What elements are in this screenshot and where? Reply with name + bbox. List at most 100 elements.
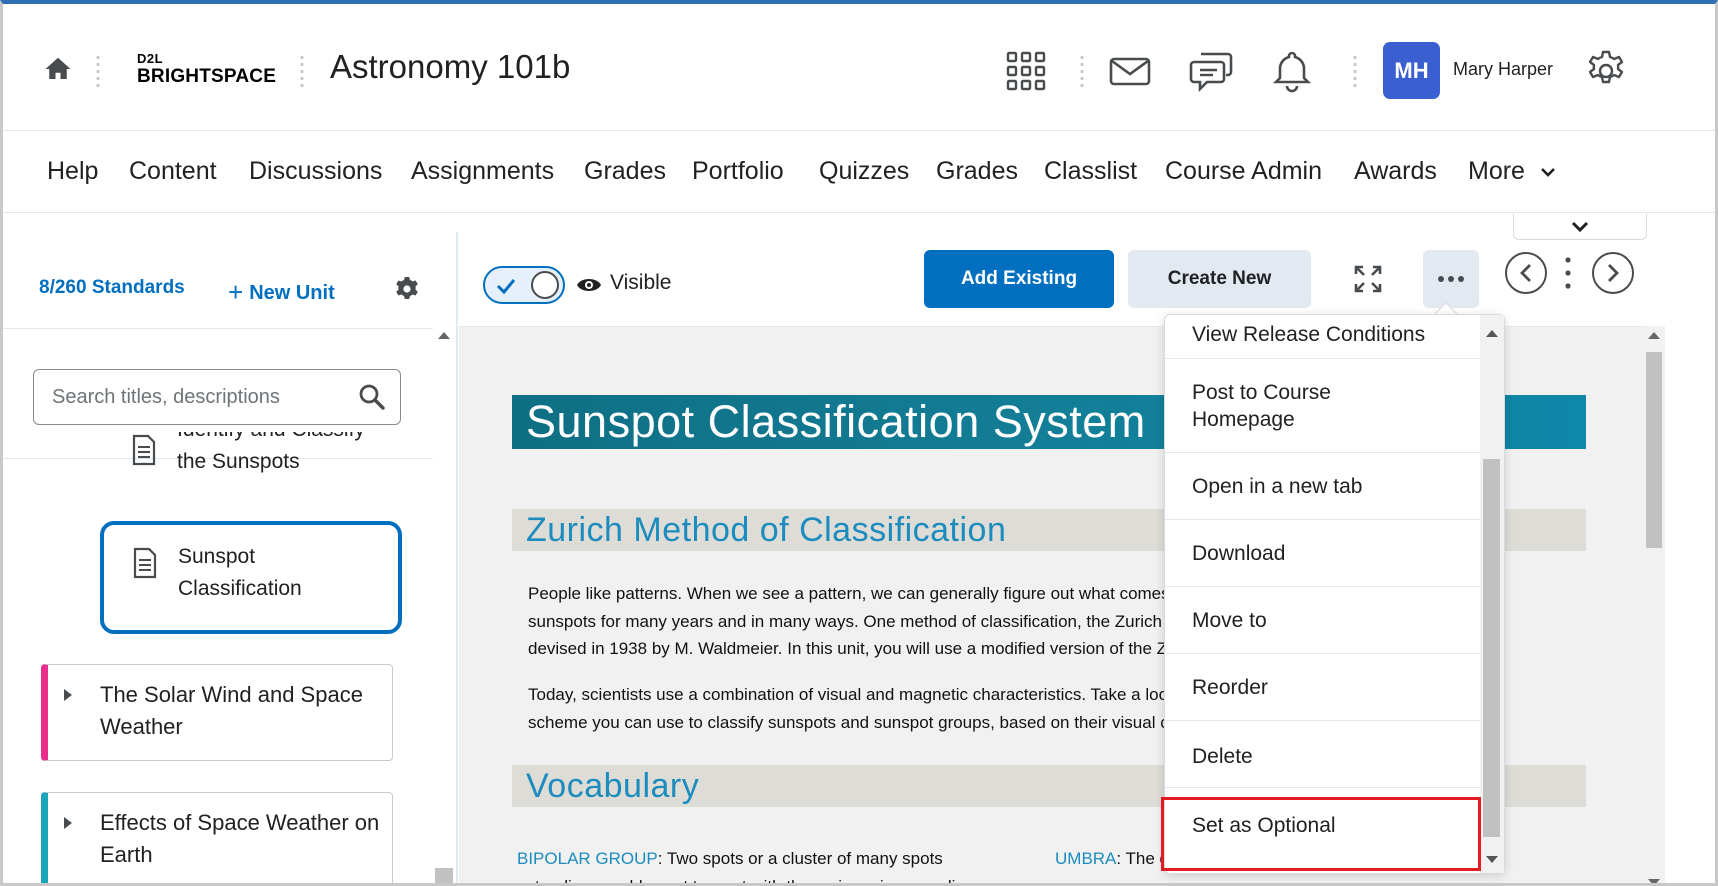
scroll-thumb[interactable] xyxy=(435,868,453,883)
vocab-line: extending roughly east to west with the … xyxy=(517,876,989,886)
vocab-line: BIPOLAR GROUP: Two spots or a cluster of… xyxy=(517,845,1017,873)
unit-card-solar-wind[interactable]: The Solar Wind and Space Weather xyxy=(41,664,393,761)
vocab-term: UMBRA xyxy=(1055,849,1117,868)
nav-item-content[interactable]: Content xyxy=(129,157,217,186)
collapse-header-tab[interactable] xyxy=(1513,214,1647,240)
user-name[interactable]: Mary Harper xyxy=(1453,59,1553,80)
visibility-label: Visible xyxy=(610,271,672,294)
menu-item-move-to[interactable]: Move to xyxy=(1165,587,1481,654)
gear-icon[interactable] xyxy=(1583,48,1629,94)
section-heading: Vocabulary xyxy=(526,767,700,805)
nav-item-quizzes[interactable]: Quizzes xyxy=(819,157,909,186)
scroll-up-arrow-icon[interactable] xyxy=(438,332,450,339)
chevron-down-icon xyxy=(1571,221,1589,232)
sidebar-divider xyxy=(3,328,433,329)
nav-item-more[interactable]: More xyxy=(1468,157,1556,186)
vocab-term: BIPOLAR GROUP xyxy=(517,849,658,868)
app-window: D2L BRIGHTSPACE Astronomy 101b MH Mary H… xyxy=(0,0,1718,886)
home-icon[interactable] xyxy=(43,54,73,84)
header-separator xyxy=(1353,54,1357,88)
vocab-entry: BIPOLAR GROUP: Two spots or a cluster of… xyxy=(517,845,1017,886)
checkmark-icon xyxy=(496,279,516,295)
more-options-menu: View Release Conditions Post to Course H… xyxy=(1164,314,1505,874)
unit-sidebar: 8/260 Standards + New Unit Search titles… xyxy=(3,214,459,883)
scroll-down-arrow-icon[interactable] xyxy=(1486,856,1498,863)
content-scrollbar[interactable] xyxy=(1643,326,1665,883)
search-field[interactable] xyxy=(33,369,401,425)
sidebar-scrollbar[interactable] xyxy=(433,328,455,883)
nav-item-portfolio[interactable]: Portfolio xyxy=(692,157,784,186)
chat-bubbles-icon[interactable] xyxy=(1189,48,1235,94)
nav-item-awards[interactable]: Awards xyxy=(1354,157,1437,186)
course-nav-bar: Help Content Discussions Assignments Gra… xyxy=(3,131,1715,213)
nav-item-assignments[interactable]: Assignments xyxy=(411,157,554,186)
toggle-knob xyxy=(531,271,559,299)
menu-item-post-to-homepage[interactable]: Post to Course Homepage xyxy=(1165,359,1481,453)
scroll-thumb[interactable] xyxy=(1483,459,1500,837)
nav-more-label: More xyxy=(1468,157,1525,185)
section-heading: Zurich Method of Classification xyxy=(526,511,1007,549)
header-separator xyxy=(96,54,100,88)
nav-item-classlist[interactable]: Classlist xyxy=(1044,157,1137,186)
fullscreen-icon[interactable] xyxy=(1353,264,1383,294)
unit-title-line: Effects of Space Weather on xyxy=(100,810,380,835)
menu-item-download[interactable]: Download xyxy=(1165,520,1481,587)
topic-line: the Sunspots xyxy=(177,450,300,473)
document-icon xyxy=(133,547,157,579)
topic-line: Identify and Classify xyxy=(177,432,365,446)
nav-item-help[interactable]: Help xyxy=(47,157,98,186)
highlight-outline xyxy=(1161,797,1481,871)
standards-link[interactable]: 8/260 Standards xyxy=(39,277,185,299)
nav-item-course-admin[interactable]: Course Admin xyxy=(1165,157,1322,186)
menu-item-open-new-tab[interactable]: Open in a new tab xyxy=(1165,453,1481,520)
menu-item-delete[interactable]: Delete xyxy=(1165,721,1481,788)
unit-card-space-weather-effects[interactable]: Effects of Space Weather on Earth xyxy=(41,792,393,883)
avatar[interactable]: MH xyxy=(1383,42,1440,99)
eye-icon xyxy=(577,279,601,291)
expand-caret-icon[interactable] xyxy=(64,817,72,829)
search-input[interactable] xyxy=(52,382,342,412)
panel-divider[interactable] xyxy=(456,232,458,883)
next-topic-button[interactable] xyxy=(1592,252,1634,294)
chevron-right-icon xyxy=(1608,264,1619,282)
bell-icon[interactable] xyxy=(1269,48,1315,94)
topic-item-sunspot-classification[interactable]: Sunspot Classification xyxy=(100,521,402,634)
menu-item-reorder[interactable]: Reorder xyxy=(1165,654,1481,721)
more-options-button[interactable] xyxy=(1423,250,1479,308)
topic-item-identify-sunspots[interactable]: Identify and Classify the Sunspots xyxy=(131,432,421,512)
menu-item-view-release-conditions[interactable]: View Release Conditions xyxy=(1165,315,1481,359)
topic-line: Sunspot xyxy=(178,545,256,568)
create-new-button[interactable]: Create New xyxy=(1128,250,1311,308)
unit-title-line: Weather xyxy=(100,714,183,739)
new-unit-label: New Unit xyxy=(249,282,335,304)
vertical-ellipsis-icon[interactable] xyxy=(1565,256,1571,290)
scroll-down-arrow-icon[interactable] xyxy=(1648,879,1660,883)
document-icon xyxy=(132,434,156,466)
top-header: D2L BRIGHTSPACE Astronomy 101b MH Mary H… xyxy=(3,4,1715,131)
search-icon[interactable] xyxy=(358,383,386,411)
brightspace-logo[interactable]: D2L BRIGHTSPACE xyxy=(137,52,276,92)
previous-topic-button[interactable] xyxy=(1505,252,1547,294)
scroll-up-arrow-icon[interactable] xyxy=(1648,332,1660,339)
scroll-up-arrow-icon[interactable] xyxy=(1486,330,1498,337)
menu-scrollbar[interactable] xyxy=(1480,315,1504,873)
add-existing-button[interactable]: Add Existing xyxy=(924,250,1114,308)
settings-gear-icon[interactable] xyxy=(393,275,421,303)
new-unit-button[interactable]: + New Unit xyxy=(228,277,335,308)
vocab-definition: : Two spots or a cluster of many spots xyxy=(657,849,943,868)
nav-item-discussions[interactable]: Discussions xyxy=(249,157,382,186)
waffle-grid-icon[interactable] xyxy=(1003,48,1049,94)
expand-caret-icon[interactable] xyxy=(64,689,72,701)
unit-title-line: The Solar Wind and Space xyxy=(100,682,363,707)
plus-icon: + xyxy=(228,277,244,307)
nav-item-grades[interactable]: Grades xyxy=(584,157,666,186)
page-title: Sunspot Classification System xyxy=(526,396,1146,447)
chevron-left-icon xyxy=(1520,264,1531,282)
header-separator xyxy=(300,54,304,88)
nav-item-grades-2[interactable]: Grades xyxy=(936,157,1018,186)
mail-icon[interactable] xyxy=(1107,48,1153,94)
course-title[interactable]: Astronomy 101b xyxy=(330,48,570,86)
scroll-thumb[interactable] xyxy=(1646,352,1662,548)
topic-line: Classification xyxy=(178,577,302,600)
visibility-toggle[interactable] xyxy=(483,266,565,304)
